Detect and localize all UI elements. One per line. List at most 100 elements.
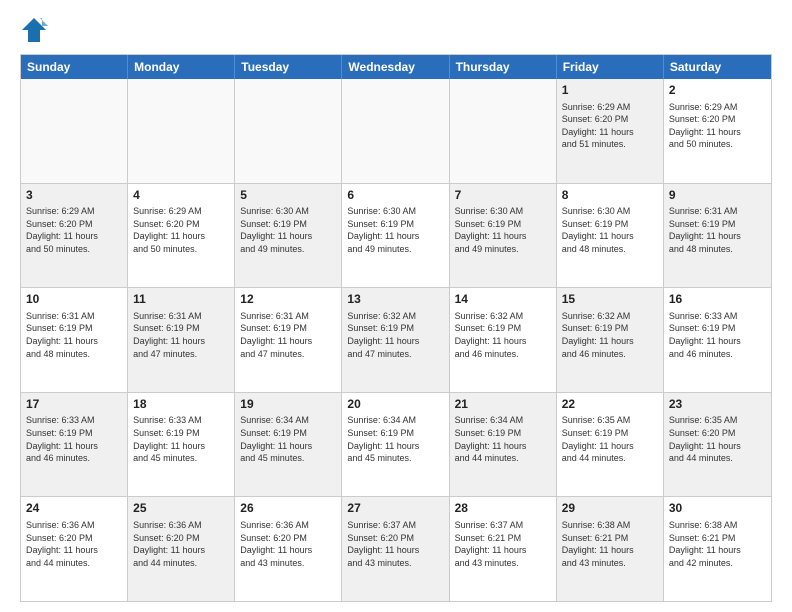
day-info: Sunrise: 6:34 AM Sunset: 6:19 PM Dayligh… [240, 414, 336, 464]
cal-cell: 8Sunrise: 6:30 AM Sunset: 6:19 PM Daylig… [557, 184, 664, 288]
cal-cell [450, 79, 557, 183]
cal-header-day: Tuesday [235, 55, 342, 79]
cal-cell: 23Sunrise: 6:35 AM Sunset: 6:20 PM Dayli… [664, 393, 771, 497]
header [20, 16, 772, 44]
day-info: Sunrise: 6:35 AM Sunset: 6:19 PM Dayligh… [562, 414, 658, 464]
day-info: Sunrise: 6:29 AM Sunset: 6:20 PM Dayligh… [669, 101, 766, 151]
day-number: 12 [240, 292, 336, 308]
day-number: 27 [347, 501, 443, 517]
day-number: 9 [669, 188, 766, 204]
day-number: 4 [133, 188, 229, 204]
cal-row: 17Sunrise: 6:33 AM Sunset: 6:19 PM Dayli… [21, 392, 771, 497]
day-number: 7 [455, 188, 551, 204]
day-info: Sunrise: 6:38 AM Sunset: 6:21 PM Dayligh… [669, 519, 766, 569]
cal-cell: 13 Sunrise: 6:32 AM Sunset: 6:19 PM Dayli… [342, 288, 449, 392]
day-info: Sunrise: 6:33 AM Sunset: 6:19 PM Dayligh… [133, 414, 229, 464]
cal-cell: 5Sunrise: 6:30 AM Sunset: 6:19 PM Daylig… [235, 184, 342, 288]
cal-cell: 19Sunrise: 6:34 AM Sunset: 6:19 PM Dayli… [235, 393, 342, 497]
cal-header-day: Wednesday [342, 55, 449, 79]
logo-icon [20, 16, 48, 44]
day-number: 24 [26, 501, 122, 517]
day-info: Sunrise: 6:32 AM Sunset: 6:19 PM Dayligh… [455, 310, 551, 360]
day-info: Sunrise: 6:29 AM Sunset: 6:20 PM Dayligh… [133, 205, 229, 255]
day-number: 25 [133, 501, 229, 517]
day-number: 29 [562, 501, 658, 517]
day-info: Sunrise: 6:32 AM Sunset: 6:19 PM Dayligh… [347, 310, 443, 360]
day-number: 28 [455, 501, 551, 517]
day-info: Sunrise: 6:38 AM Sunset: 6:21 PM Dayligh… [562, 519, 658, 569]
cal-cell [128, 79, 235, 183]
cal-cell: 28Sunrise: 6:37 AM Sunset: 6:21 PM Dayli… [450, 497, 557, 601]
day-info: Sunrise: 6:37 AM Sunset: 6:20 PM Dayligh… [347, 519, 443, 569]
day-info: Sunrise: 6:33 AM Sunset: 6:19 PM Dayligh… [26, 414, 122, 464]
cal-cell: 11 Sunrise: 6:31 AM Sunset: 6:19 PM Dayli… [128, 288, 235, 392]
cal-header-day: Monday [128, 55, 235, 79]
calendar-header: SundayMondayTuesdayWednesdayThursdayFrid… [21, 55, 771, 79]
calendar: SundayMondayTuesdayWednesdayThursdayFrid… [20, 54, 772, 602]
day-number: 10 [26, 292, 122, 308]
day-number: 26 [240, 501, 336, 517]
cal-cell: 25 Sunrise: 6:36 AM Sunset: 6:20 PM Dayli… [128, 497, 235, 601]
day-info: Sunrise: 6:35 AM Sunset: 6:20 PM Dayligh… [669, 414, 766, 464]
cal-row: 10 Sunrise: 6:31 AM Sunset: 6:19 PM Dayli… [21, 287, 771, 392]
day-number: 16 [669, 292, 766, 308]
day-info: Sunrise: 6:36 AM Sunset: 6:20 PM Dayligh… [133, 519, 229, 569]
day-info: Sunrise: 6:34 AM Sunset: 6:19 PM Dayligh… [347, 414, 443, 464]
cal-cell: 16 Sunrise: 6:33 AM Sunset: 6:19 PM Dayli… [664, 288, 771, 392]
day-info: Sunrise: 6:36 AM Sunset: 6:20 PM Dayligh… [26, 519, 122, 569]
day-number: 11 [133, 292, 229, 308]
day-number: 23 [669, 397, 766, 413]
day-info: Sunrise: 6:34 AM Sunset: 6:19 PM Dayligh… [455, 414, 551, 464]
cal-row: 24 Sunrise: 6:36 AM Sunset: 6:20 PM Dayli… [21, 496, 771, 601]
cal-cell [235, 79, 342, 183]
cal-header-day: Friday [557, 55, 664, 79]
cal-cell: 30 Sunrise: 6:38 AM Sunset: 6:21 PM Dayli… [664, 497, 771, 601]
cal-cell: 18Sunrise: 6:33 AM Sunset: 6:19 PM Dayli… [128, 393, 235, 497]
day-number: 18 [133, 397, 229, 413]
day-number: 2 [669, 83, 766, 99]
day-info: Sunrise: 6:30 AM Sunset: 6:19 PM Dayligh… [240, 205, 336, 255]
cal-row: 1 Sunrise: 6:29 AM Sunset: 6:20 PM Daylig… [21, 79, 771, 183]
day-info: Sunrise: 6:30 AM Sunset: 6:19 PM Dayligh… [347, 205, 443, 255]
day-number: 14 [455, 292, 551, 308]
day-info: Sunrise: 6:33 AM Sunset: 6:19 PM Dayligh… [669, 310, 766, 360]
day-number: 30 [669, 501, 766, 517]
day-number: 3 [26, 188, 122, 204]
cal-cell: 6Sunrise: 6:30 AM Sunset: 6:19 PM Daylig… [342, 184, 449, 288]
cal-header-day: Thursday [450, 55, 557, 79]
cal-cell [342, 79, 449, 183]
day-number: 20 [347, 397, 443, 413]
cal-cell: 7Sunrise: 6:30 AM Sunset: 6:19 PM Daylig… [450, 184, 557, 288]
day-info: Sunrise: 6:36 AM Sunset: 6:20 PM Dayligh… [240, 519, 336, 569]
cal-row: 3Sunrise: 6:29 AM Sunset: 6:20 PM Daylig… [21, 183, 771, 288]
day-number: 5 [240, 188, 336, 204]
cal-cell: 9Sunrise: 6:31 AM Sunset: 6:19 PM Daylig… [664, 184, 771, 288]
cal-cell: 29 Sunrise: 6:38 AM Sunset: 6:21 PM Dayli… [557, 497, 664, 601]
cal-cell: 22Sunrise: 6:35 AM Sunset: 6:19 PM Dayli… [557, 393, 664, 497]
cal-cell: 17Sunrise: 6:33 AM Sunset: 6:19 PM Dayli… [21, 393, 128, 497]
day-number: 8 [562, 188, 658, 204]
cal-cell: 15Sunrise: 6:32 AM Sunset: 6:19 PM Dayli… [557, 288, 664, 392]
cal-cell: 4Sunrise: 6:29 AM Sunset: 6:20 PM Daylig… [128, 184, 235, 288]
day-number: 1 [562, 83, 658, 99]
day-number: 19 [240, 397, 336, 413]
cal-cell: 21Sunrise: 6:34 AM Sunset: 6:19 PM Dayli… [450, 393, 557, 497]
day-info: Sunrise: 6:30 AM Sunset: 6:19 PM Dayligh… [455, 205, 551, 255]
day-number: 15 [562, 292, 658, 308]
day-number: 6 [347, 188, 443, 204]
day-number: 21 [455, 397, 551, 413]
cal-cell [21, 79, 128, 183]
day-number: 17 [26, 397, 122, 413]
cal-cell: 14 Sunrise: 6:32 AM Sunset: 6:19 PM Dayli… [450, 288, 557, 392]
day-info: Sunrise: 6:31 AM Sunset: 6:19 PM Dayligh… [133, 310, 229, 360]
day-number: 13 [347, 292, 443, 308]
day-info: Sunrise: 6:30 AM Sunset: 6:19 PM Dayligh… [562, 205, 658, 255]
cal-cell: 27 Sunrise: 6:37 AM Sunset: 6:20 PM Dayli… [342, 497, 449, 601]
cal-cell: 10Sunrise: 6:31 AM Sunset: 6:19 PM Dayli… [21, 288, 128, 392]
day-info: Sunrise: 6:31 AM Sunset: 6:19 PM Dayligh… [669, 205, 766, 255]
cal-cell: 24 Sunrise: 6:36 AM Sunset: 6:20 PM Dayli… [21, 497, 128, 601]
day-info: Sunrise: 6:29 AM Sunset: 6:20 PM Dayligh… [26, 205, 122, 255]
day-number: 22 [562, 397, 658, 413]
day-info: Sunrise: 6:31 AM Sunset: 6:19 PM Dayligh… [240, 310, 336, 360]
page: SundayMondayTuesdayWednesdayThursdayFrid… [0, 0, 792, 612]
